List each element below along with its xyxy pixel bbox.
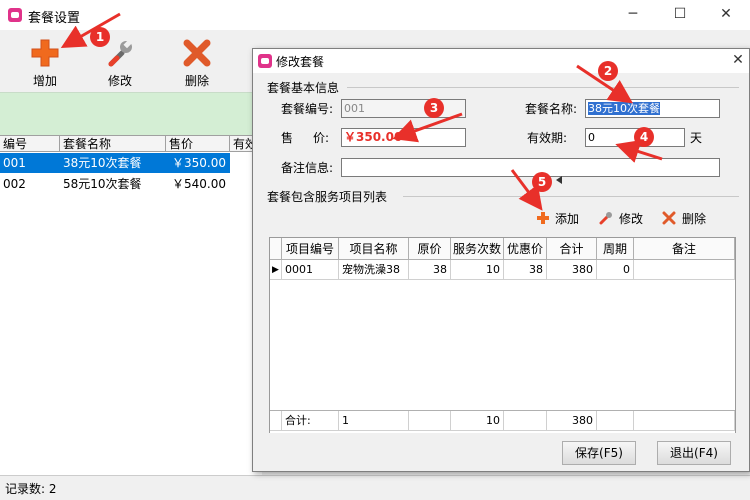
footer-service-count: 10	[451, 411, 504, 431]
service-items-grid: 项目编号 项目名称 原价 服务次数 优惠价 合计 周期 备注 ▶ 0001 宠物…	[269, 237, 736, 433]
row-name: 58元10次套餐	[63, 177, 142, 191]
row-price: ￥540.00	[172, 177, 226, 191]
original-price-cell: 38	[409, 260, 451, 280]
delete-item-button[interactable]: 删除	[662, 209, 712, 227]
remark-cell	[634, 260, 735, 280]
delete-button[interactable]: 删除	[172, 34, 222, 90]
remark-label: 备注信息:	[281, 161, 334, 175]
service-count-cell: 10	[451, 260, 504, 280]
annotation-badge-2: 2	[598, 61, 618, 81]
footer-indicator	[270, 411, 282, 431]
table-row[interactable]: 001 38元10次套餐 ￥350.00	[0, 153, 230, 173]
edit-label: 修改	[107, 74, 132, 88]
plus-icon	[31, 39, 59, 67]
edit-item-label: 修改	[619, 212, 644, 226]
delete-label: 删除	[184, 74, 209, 88]
item-code-cell: 0001	[282, 260, 339, 280]
edit-package-dialog: 修改套餐 ✕ 套餐基本信息 套餐编号: 001 套餐名称: 38元10次套餐 售…	[252, 48, 750, 472]
col-header-item-code[interactable]: 项目编号	[282, 238, 339, 260]
item-name-cell: 宠物洗澡38	[339, 260, 409, 280]
name-field[interactable]: 38元10次套餐	[585, 99, 720, 118]
grid-footer-row: 合计: 1 10 380	[270, 410, 735, 433]
price-label-1: 售	[281, 131, 294, 145]
price-label-2: 价:	[313, 131, 330, 145]
basic-info-section-title: 套餐基本信息	[267, 81, 340, 95]
row-code: 001	[3, 156, 26, 170]
delete-x-icon	[183, 39, 211, 67]
wrench-icon	[599, 212, 612, 225]
footer-cycle	[597, 411, 634, 431]
dialog-close-button[interactable]: ✕	[723, 52, 750, 68]
col-header-total[interactable]: 合计	[547, 238, 597, 260]
code-label: 套餐编号:	[281, 102, 334, 116]
minimize-button[interactable]: ─	[618, 6, 648, 22]
annotation-badge-4: 4	[634, 127, 654, 147]
dialog-app-icon	[258, 54, 272, 68]
validity-unit: 天	[690, 131, 703, 145]
add-item-button[interactable]: 添加	[536, 209, 586, 227]
add-button[interactable]: 增加	[20, 34, 70, 90]
col-header-name[interactable]: 套餐名称	[60, 135, 166, 152]
footer-discount-price	[504, 411, 547, 431]
table-row[interactable]: ▶ 0001 宠物洗澡38 38 10 38 380 0	[270, 260, 735, 280]
cycle-cell: 0	[597, 260, 634, 280]
col-header-original-price[interactable]: 原价	[409, 238, 451, 260]
row-price: ￥350.00	[172, 156, 226, 170]
discount-price-cell: 38	[504, 260, 547, 280]
col-header-service-count[interactable]: 服务次数	[451, 238, 504, 260]
edit-item-button[interactable]: 修改	[599, 209, 649, 227]
main-window-title: 套餐设置	[28, 11, 81, 26]
app-icon	[8, 8, 22, 22]
add-label: 增加	[32, 74, 57, 88]
section-divider	[347, 87, 739, 88]
section-divider	[403, 196, 739, 197]
dialog-title: 修改套餐	[276, 55, 325, 69]
row-name: 38元10次套餐	[63, 156, 142, 170]
col-header-discount-price[interactable]: 优惠价	[504, 238, 547, 260]
price-field[interactable]: ￥350.00	[341, 128, 466, 147]
col-header-cycle[interactable]: 周期	[597, 238, 634, 260]
col-header-price[interactable]: 售价	[166, 135, 230, 152]
delete-x-icon	[662, 211, 676, 225]
main-title-bar: 套餐设置 ─ ☐ ✕	[0, 0, 750, 30]
delete-item-label: 删除	[682, 212, 707, 226]
col-header-remark[interactable]: 备注	[634, 238, 735, 260]
footer-item-count: 1	[339, 411, 409, 431]
footer-original-price	[409, 411, 451, 431]
triangle-icon	[556, 176, 562, 184]
row-indicator-header	[270, 238, 282, 260]
name-field-value: 38元10次套餐	[588, 102, 660, 115]
wrench-icon	[108, 39, 132, 67]
row-code: 002	[3, 177, 26, 191]
close-button[interactable]: ✕	[711, 6, 741, 22]
col-header-code[interactable]: 编号	[0, 135, 60, 152]
save-button[interactable]: 保存(F5)	[562, 441, 636, 465]
footer-total-label: 合计:	[282, 411, 339, 431]
col-header-item-name[interactable]: 项目名称	[339, 238, 409, 260]
annotation-badge-1: 1	[90, 27, 110, 47]
footer-total: 380	[547, 411, 597, 431]
remark-field[interactable]	[341, 158, 720, 177]
record-count: 记录数: 2	[5, 482, 57, 496]
exit-button[interactable]: 退出(F4)	[657, 441, 731, 465]
code-field[interactable]: 001	[341, 99, 466, 118]
table-row[interactable]: 002 58元10次套餐 ￥540.00	[0, 174, 230, 194]
footer-remark	[634, 411, 735, 431]
add-item-label: 添加	[555, 212, 580, 226]
dialog-title-bar: 修改套餐 ✕	[253, 49, 749, 73]
annotation-badge-3: 3	[424, 98, 444, 118]
total-cell: 380	[547, 260, 597, 280]
validity-label: 有效期:	[527, 131, 568, 145]
annotation-badge-5: 5	[532, 172, 552, 192]
current-row-indicator-icon: ▶	[270, 260, 282, 280]
name-label: 套餐名称:	[525, 102, 578, 116]
maximize-button[interactable]: ☐	[665, 6, 695, 22]
status-bar: 记录数: 2	[0, 475, 750, 500]
package-list-grid: 编号 套餐名称 售价 有效 001 38元10次套餐 ￥350.00 002 5…	[0, 135, 262, 475]
items-section-title: 套餐包含服务项目列表	[267, 190, 388, 204]
plus-icon	[537, 212, 549, 224]
